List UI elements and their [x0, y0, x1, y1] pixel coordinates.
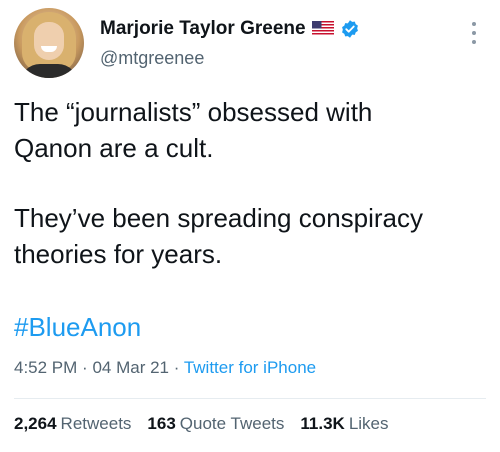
meta-separator: ·: [173, 358, 180, 377]
quote-tweets-stat[interactable]: 163 Quote Tweets: [147, 414, 284, 434]
tweet-line: The “journalists” obsessed with: [14, 97, 373, 127]
verified-badge-icon: [341, 19, 358, 38]
author-handle[interactable]: @mtgreenee: [100, 48, 360, 69]
more-dot: [472, 40, 476, 44]
author-identity: Marjorie Taylor Greene @mtgreenee: [100, 18, 360, 69]
tweet-time[interactable]: 4:52 PM: [14, 358, 77, 377]
likes-label: Likes: [348, 414, 389, 433]
avatar-face: [34, 22, 64, 60]
display-name[interactable]: Marjorie Taylor Greene: [100, 18, 306, 40]
tweet-source-link[interactable]: Twitter for iPhone: [184, 358, 316, 377]
quote-tweets-label: Quote Tweets: [179, 414, 285, 433]
meta-separator: ·: [82, 358, 88, 377]
tweet-text: The “journalists” obsessed with Qanon ar…: [14, 94, 486, 272]
us-flag-icon: [311, 21, 334, 36]
tweet-line: theories for years.: [14, 239, 223, 269]
retweets-count: 2,264: [14, 414, 57, 433]
more-dot: [472, 22, 476, 26]
hashtag-link[interactable]: #BlueAnon: [14, 312, 141, 343]
divider: [14, 398, 486, 399]
tweet-meta: 4:52 PM · 04 Mar 21 · Twitter for iPhone: [14, 358, 316, 378]
avatar[interactable]: [14, 8, 84, 78]
retweets-label: Retweets: [60, 414, 132, 433]
more-options-icon[interactable]: [470, 22, 478, 44]
quote-tweets-count: 163: [147, 414, 176, 433]
engagement-stats: 2,264 Retweets 163 Quote Tweets 11.3K Likes: [14, 414, 389, 434]
tweet-card: Marjorie Taylor Greene @mtgreenee The “j…: [0, 0, 500, 452]
more-dot: [472, 31, 476, 35]
likes-stat[interactable]: 11.3K Likes: [300, 414, 388, 434]
tweet-date[interactable]: 04 Mar 21: [92, 358, 169, 377]
likes-count: 11.3K: [300, 414, 345, 433]
tweet-line: They’ve been spreading conspiracy: [14, 203, 424, 233]
tweet-line: Qanon are a cult.: [14, 133, 214, 163]
retweets-stat[interactable]: 2,264 Retweets: [14, 414, 131, 434]
tweet-header: Marjorie Taylor Greene @mtgreenee: [14, 6, 486, 80]
name-row: Marjorie Taylor Greene: [100, 18, 360, 40]
